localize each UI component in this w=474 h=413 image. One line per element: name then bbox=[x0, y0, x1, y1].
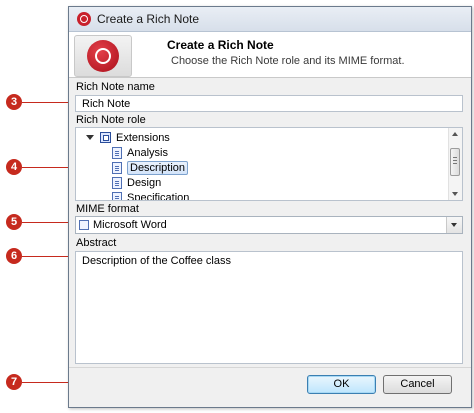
callout-4-arrow bbox=[22, 164, 75, 170]
cancel-button[interactable]: Cancel bbox=[383, 375, 452, 394]
dialog-header: Create a Rich Note Choose the Rich Note … bbox=[69, 32, 471, 78]
ok-button[interactable]: OK bbox=[307, 375, 376, 394]
dropdown-arrow-icon[interactable] bbox=[446, 217, 462, 233]
callout-6-arrow bbox=[22, 253, 75, 259]
window-title: Create a Rich Note bbox=[97, 12, 200, 26]
header-subtitle: Choose the Rich Note role and its MIME f… bbox=[171, 55, 405, 67]
tree-node-extensions-label: Extensions bbox=[116, 131, 170, 144]
footer-divider bbox=[69, 367, 471, 368]
role-tree[interactable]: Extensions Analysis Description Design S… bbox=[75, 127, 463, 201]
document-icon bbox=[112, 176, 122, 189]
document-icon bbox=[112, 161, 122, 174]
callout-3: 3 bbox=[6, 94, 22, 110]
rich-note-logo-icon bbox=[74, 35, 132, 77]
tree-item-label: Description bbox=[127, 160, 189, 175]
mime-format-select[interactable]: Microsoft Word bbox=[75, 216, 463, 234]
tree-item-description[interactable]: Description bbox=[112, 160, 189, 175]
app-icon bbox=[77, 12, 91, 26]
package-icon bbox=[100, 132, 111, 143]
tree-item-design[interactable]: Design bbox=[112, 175, 161, 190]
scroll-up-icon[interactable] bbox=[452, 132, 458, 136]
name-field-value: Rich Note bbox=[82, 98, 131, 110]
callout-4: 4 bbox=[6, 159, 22, 175]
document-icon bbox=[112, 146, 122, 159]
abstract-label: Abstract bbox=[76, 237, 117, 249]
tree-node-extensions[interactable]: Extensions bbox=[86, 130, 170, 145]
mime-format-value: Microsoft Word bbox=[93, 219, 167, 231]
word-document-icon bbox=[79, 220, 89, 230]
abstract-textarea[interactable]: Description of the Coffee class bbox=[75, 251, 463, 364]
tree-scrollbar[interactable] bbox=[448, 128, 462, 200]
callout-6: 6 bbox=[6, 248, 22, 264]
tree-item-label: Analysis bbox=[127, 146, 168, 159]
mime-label: MIME format bbox=[76, 203, 139, 215]
create-rich-note-dialog: Create a Rich Note Create a Rich Note Ch… bbox=[68, 6, 472, 408]
scroll-down-icon[interactable] bbox=[452, 192, 458, 196]
tree-item-label: Design bbox=[127, 176, 162, 189]
document-icon bbox=[112, 191, 122, 200]
role-label: Rich Note role bbox=[76, 114, 146, 126]
name-label: Rich Note name bbox=[76, 81, 155, 93]
scroll-thumb[interactable] bbox=[450, 148, 460, 176]
title-bar[interactable]: Create a Rich Note bbox=[69, 7, 471, 32]
callout-3-arrow bbox=[22, 99, 75, 105]
abstract-text: Description of the Coffee class bbox=[82, 255, 231, 267]
expand-triangle-icon[interactable] bbox=[86, 135, 94, 140]
callout-7: 7 bbox=[6, 374, 22, 390]
callout-5: 5 bbox=[6, 214, 22, 230]
tree-item-specification[interactable]: Specification bbox=[112, 190, 190, 201]
header-title: Create a Rich Note bbox=[167, 38, 274, 52]
tree-item-analysis[interactable]: Analysis bbox=[112, 145, 168, 160]
name-field[interactable]: Rich Note bbox=[75, 95, 463, 112]
callout-5-arrow bbox=[22, 219, 75, 225]
tree-item-label: Specification bbox=[127, 191, 190, 201]
